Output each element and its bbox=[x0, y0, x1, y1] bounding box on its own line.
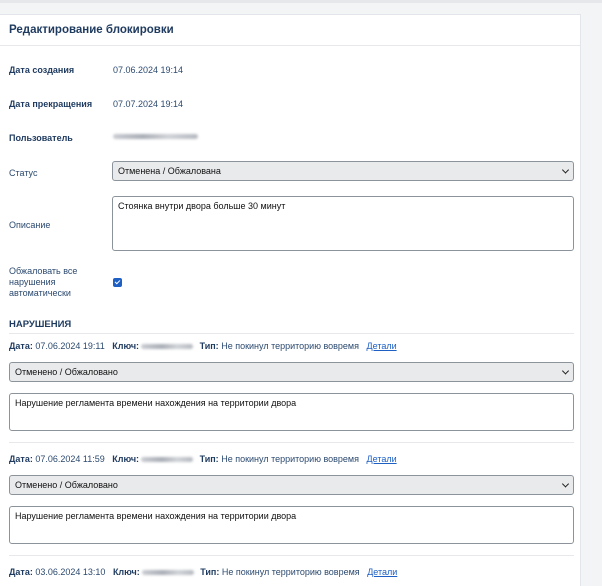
violation-status-value: Отменено / Обжаловано bbox=[15, 480, 118, 490]
date-label: Дата: bbox=[9, 341, 33, 351]
type-label: Тип: bbox=[199, 454, 219, 464]
date-label: Дата: bbox=[9, 567, 33, 577]
appeal-all-label: Обжаловать все нарушения автоматически bbox=[9, 266, 78, 298]
status-label: Статус bbox=[9, 168, 38, 178]
user-value-redacted bbox=[113, 134, 198, 139]
type-label: Тип: bbox=[200, 567, 220, 577]
description-text: Стоянка внутри двора больше 30 минут bbox=[118, 201, 286, 211]
type-label: Тип: bbox=[199, 341, 219, 351]
details-link[interactable]: Детали bbox=[367, 454, 397, 464]
description-textarea[interactable]: Стоянка внутри двора больше 30 минут bbox=[112, 196, 574, 251]
top-divider bbox=[0, 0, 602, 3]
edit-block-card: Редактирование блокировки Дата создания … bbox=[0, 14, 581, 586]
key-redacted bbox=[141, 570, 194, 576]
details-link[interactable]: Детали bbox=[367, 341, 397, 351]
violation-date: 07.06.2024 19:11 bbox=[35, 341, 105, 351]
chevron-down-icon bbox=[561, 480, 570, 488]
page-title: Редактирование блокировки bbox=[9, 24, 174, 36]
key-label: Ключ: bbox=[112, 454, 140, 464]
chevron-down-icon bbox=[561, 166, 570, 174]
key-label: Ключ: bbox=[112, 567, 140, 577]
status-select[interactable]: Отменена / Обжалована bbox=[112, 161, 574, 181]
violation-divider bbox=[9, 555, 574, 556]
title-divider bbox=[0, 45, 580, 46]
key-redacted bbox=[141, 457, 194, 463]
violations-title: НАРУШЕНИЯ bbox=[9, 319, 72, 330]
violation-date: 03.06.2024 13:10 bbox=[35, 567, 106, 577]
created-label: Дата создания bbox=[9, 65, 75, 75]
violation-header-2: Дата: 07.06.2024 11:59 Ключ: Тип: Не пок… bbox=[9, 454, 397, 464]
user-label: Пользователь bbox=[9, 133, 73, 143]
chevron-down-icon bbox=[561, 367, 570, 375]
ended-label: Дата прекращения bbox=[9, 99, 93, 109]
details-link[interactable]: Детали bbox=[367, 567, 397, 577]
violation-comment: Нарушение регламента времени нахождения … bbox=[15, 398, 297, 408]
ended-value: 07.07.2024 19:14 bbox=[113, 99, 184, 109]
violation-status-select[interactable]: Отменено / Обжаловано bbox=[9, 475, 574, 495]
violation-status-select[interactable]: Отменено / Обжаловано bbox=[9, 362, 574, 382]
violations-divider bbox=[9, 333, 574, 334]
violation-header-1: Дата: 07.06.2024 19:11 Ключ: Тип: Не пок… bbox=[9, 341, 397, 351]
violation-type: Не покинул территорию вовремя bbox=[221, 567, 360, 577]
description-label: Описание bbox=[9, 220, 51, 230]
violation-comment-textarea[interactable]: Нарушение регламента времени нахождения … bbox=[9, 393, 574, 431]
created-value: 07.06.2024 19:14 bbox=[113, 65, 184, 75]
violation-divider bbox=[9, 442, 574, 443]
violation-type: Не покинул территорию вовремя bbox=[221, 454, 359, 464]
violation-comment-textarea[interactable]: Нарушение регламента времени нахождения … bbox=[9, 506, 574, 544]
appeal-all-checkbox[interactable] bbox=[113, 278, 122, 287]
violation-status-value: Отменено / Обжаловано bbox=[15, 367, 118, 377]
violation-date: 07.06.2024 11:59 bbox=[35, 454, 105, 464]
key-redacted bbox=[141, 344, 194, 350]
date-label: Дата: bbox=[9, 454, 33, 464]
violation-header-3: Дата: 03.06.2024 13:10 Ключ: Тип: Не пок… bbox=[9, 567, 397, 577]
key-label: Ключ: bbox=[112, 341, 140, 351]
violation-comment: Нарушение регламента времени нахождения … bbox=[15, 511, 297, 521]
status-select-value: Отменена / Обжалована bbox=[118, 166, 221, 176]
violation-type: Не покинул территорию вовремя bbox=[221, 341, 359, 351]
